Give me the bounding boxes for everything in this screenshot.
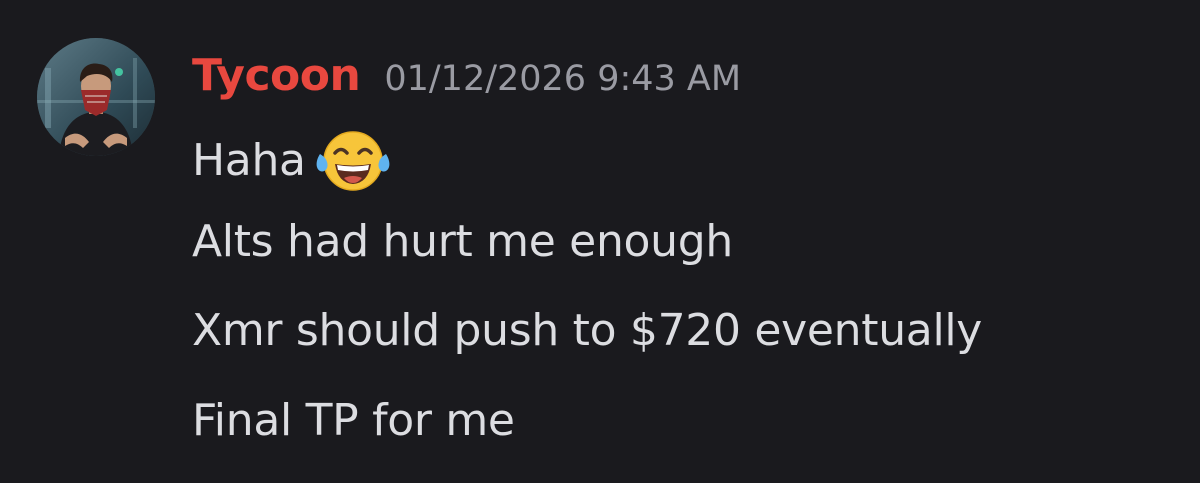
avatar-photo-icon <box>37 38 155 156</box>
user-avatar[interactable] <box>37 38 155 156</box>
timestamp: 01/12/2026 9:43 AM <box>384 59 742 99</box>
message-header: Tycoon 01/12/2026 9:43 AM <box>192 50 741 102</box>
message-line: Xmr should push to $720 eventually <box>192 305 983 356</box>
message-line: Alts had hurt me enough <box>192 216 733 267</box>
message-text: Haha <box>192 135 306 186</box>
face-with-tears-of-joy-icon <box>314 128 392 194</box>
chat-message: Tycoon 01/12/2026 9:43 AM Haha Alts had … <box>0 0 1200 483</box>
message-line: Final TP for me <box>192 395 515 446</box>
username[interactable]: Tycoon <box>192 50 361 101</box>
message-line: Haha <box>192 128 392 194</box>
